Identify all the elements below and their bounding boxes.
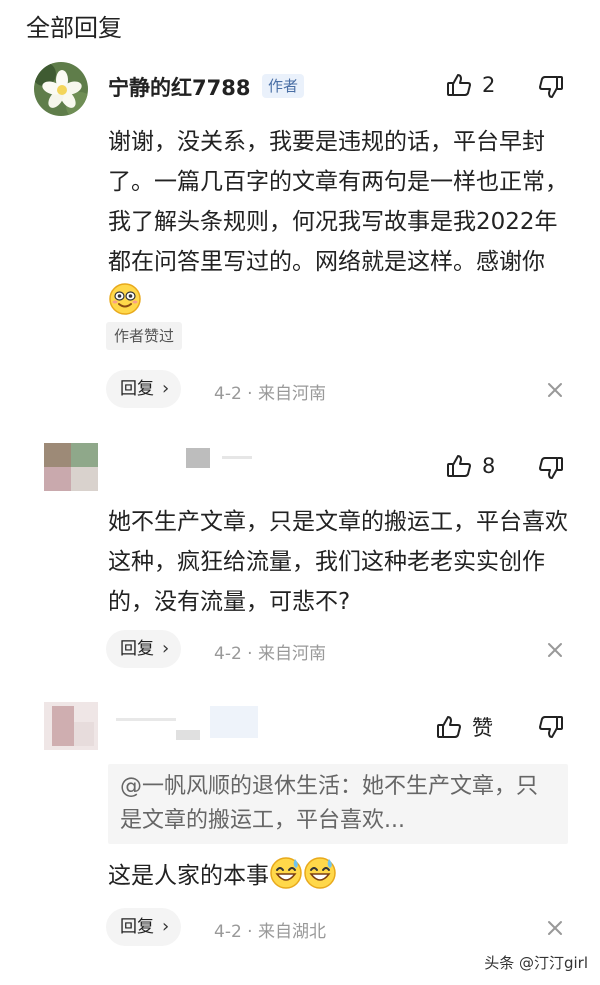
blurred-username [116,706,258,740]
reply-button[interactable]: 回复 › [106,908,182,946]
comment-text: 这是人家的本事 [108,856,578,896]
chevron-right-icon: › [162,916,170,937]
like-count: 赞 [472,716,493,740]
thumb-down-icon[interactable] [538,714,564,740]
comment-meta: 4-2 · 来自湖北 [214,922,326,942]
grin-sweat-emoji-icon [269,856,303,890]
thumb-up-icon [436,714,462,740]
close-icon[interactable] [546,919,564,937]
comment-item: 赞 @一帆风顺的退休生活：她不生产文章，只是文章的搬运工，平台喜欢... 这是人… [0,0,600,970]
grin-sweat-emoji-icon [303,856,337,890]
like-button[interactable]: 赞 [436,712,493,742]
watermark: 头条 @汀汀girl [484,954,588,972]
quoted-comment[interactable]: @一帆风顺的退休生活：她不生产文章，只是文章的搬运工，平台喜欢... [108,764,568,844]
avatar[interactable] [44,702,98,750]
